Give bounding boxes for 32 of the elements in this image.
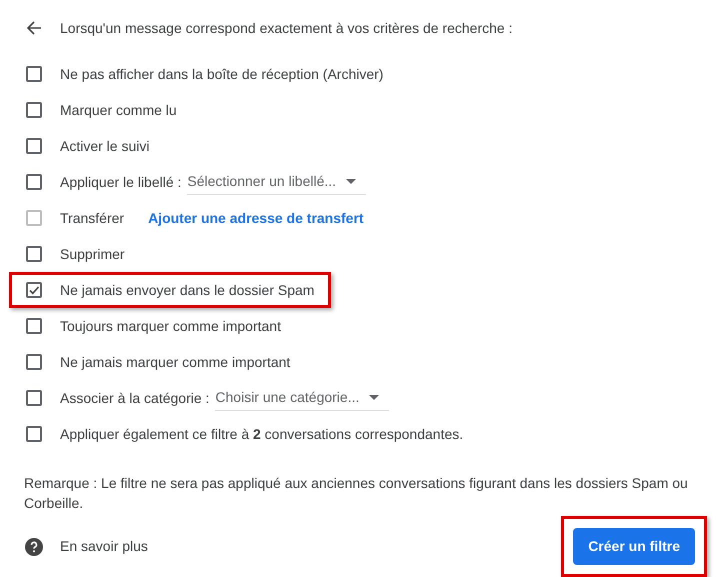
option-label: Activer le suivi [60,136,150,156]
option-label: Ne jamais envoyer dans le dossier Spam [60,280,314,300]
dropdown[interactable]: Sélectionner un libellé... [187,169,366,195]
option-label: Ne pas afficher dans la boîte de réception (Archiver) [60,64,384,84]
option-label: Supprimer [60,244,125,264]
checkbox[interactable] [26,282,42,298]
help-icon[interactable] [25,538,43,556]
instruction-text: Lorsqu'un message correspond exactement à vos critères de recherche : [60,18,512,38]
dropdown-caret-icon [346,179,356,184]
option-label: Associer à la catégorie : [60,388,210,408]
checkbox[interactable] [26,390,42,406]
option-label: Marquer comme lu [60,100,177,120]
checkbox[interactable] [26,102,42,118]
option-label: Appliquer également ce filtre à 2 conversations correspondantes. [60,424,464,444]
checkbox[interactable] [26,66,42,82]
checkbox[interactable] [26,246,42,262]
checkbox[interactable] [26,354,42,370]
checkmark-icon [28,284,40,296]
dropdown[interactable]: Choisir une catégorie... [215,385,390,411]
checkbox[interactable] [26,174,42,190]
option-label: Toujours marquer comme important [60,316,281,336]
option-label: Appliquer le libellé : [60,172,182,192]
checkbox[interactable] [26,426,42,442]
option-label: Transférer [60,208,124,228]
option-label: Ne jamais marquer comme important [60,352,290,372]
checkbox[interactable] [26,318,42,334]
dropdown-caret-icon [369,395,380,400]
note-text: Remarque : Le filtre ne sera pas appliqué aux anciennes conversations figurant dans les dossiers Spam ou Corbeille. [23,474,689,513]
create-filter-button[interactable]: Créer un filtre [573,528,695,565]
checkbox[interactable] [26,138,42,154]
learn-more-link[interactable]: En savoir plus [60,536,148,557]
back-arrow-icon[interactable] [26,20,42,36]
